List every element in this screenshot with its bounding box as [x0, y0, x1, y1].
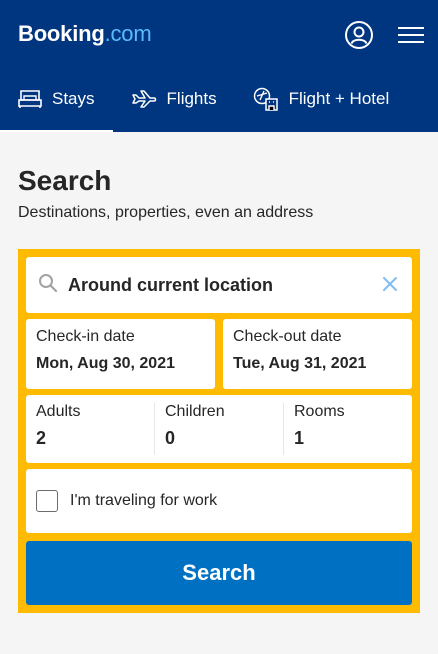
destination-value: Around current location — [68, 274, 274, 295]
hamburger-menu-icon[interactable] — [394, 18, 428, 52]
adults-field[interactable]: Adults 2 — [26, 403, 154, 455]
dates-row: Check-in date Mon, Aug 30, 2021 Check-ou… — [26, 319, 412, 389]
work-travel-row: I'm traveling for work — [26, 469, 412, 533]
page-subtitle: Destinations, properties, even an addres… — [18, 204, 314, 221]
top-navigation-bar: Booking.com Stays Flights Flight + Hotel — [0, 0, 438, 132]
adults-value: 2 — [36, 428, 47, 448]
rooms-label: Rooms — [294, 403, 345, 420]
plane-icon — [131, 89, 157, 109]
checkout-date-field[interactable]: Check-out date Tue, Aug 31, 2021 — [223, 319, 412, 389]
tab-flight-hotel[interactable]: Flight + Hotel — [235, 76, 408, 122]
tab-flights[interactable]: Flights — [113, 76, 235, 122]
header-actions — [324, 18, 428, 52]
children-label: Children — [165, 403, 225, 420]
booking-logo[interactable]: Booking.com — [18, 21, 152, 47]
tab-stays-label: Stays — [52, 89, 95, 108]
destination-field[interactable]: Around current location — [26, 257, 412, 313]
page-title: Search — [18, 165, 112, 196]
logo-suffix: .com — [104, 21, 152, 46]
tab-flight-hotel-label: Flight + Hotel — [288, 89, 390, 108]
product-tabs: Stays Flights Flight + Hotel — [0, 76, 407, 132]
checkout-label: Check-out date — [233, 328, 342, 345]
search-icon — [38, 273, 58, 298]
rooms-field[interactable]: Rooms 1 — [283, 403, 412, 455]
checkout-value: Tue, Aug 31, 2021 — [233, 355, 367, 372]
close-icon[interactable] — [382, 275, 398, 298]
logo-main: Booking — [18, 21, 105, 46]
main-content: Search Destinations, properties, even an… — [0, 165, 438, 613]
work-travel-checkbox[interactable] — [36, 490, 58, 512]
children-value: 0 — [165, 428, 176, 448]
user-circle-icon[interactable] — [342, 18, 376, 52]
plane-hotel-icon — [253, 87, 279, 111]
tab-flights-label: Flights — [166, 89, 217, 108]
search-form: Around current location Check-in date Mo… — [18, 249, 420, 613]
work-travel-label[interactable]: I'm traveling for work — [70, 492, 217, 510]
adults-label: Adults — [36, 403, 81, 420]
checkin-label: Check-in date — [36, 328, 135, 345]
rooms-value: 1 — [294, 428, 305, 448]
checkin-value: Mon, Aug 30, 2021 — [36, 355, 175, 372]
children-field[interactable]: Children 0 — [154, 403, 283, 455]
bed-icon — [18, 89, 42, 109]
search-button[interactable]: Search — [26, 541, 412, 605]
tab-stays[interactable]: Stays — [0, 76, 113, 132]
guests-row: Adults 2 Children 0 Rooms 1 — [26, 395, 412, 463]
checkin-date-field[interactable]: Check-in date Mon, Aug 30, 2021 — [26, 319, 215, 389]
